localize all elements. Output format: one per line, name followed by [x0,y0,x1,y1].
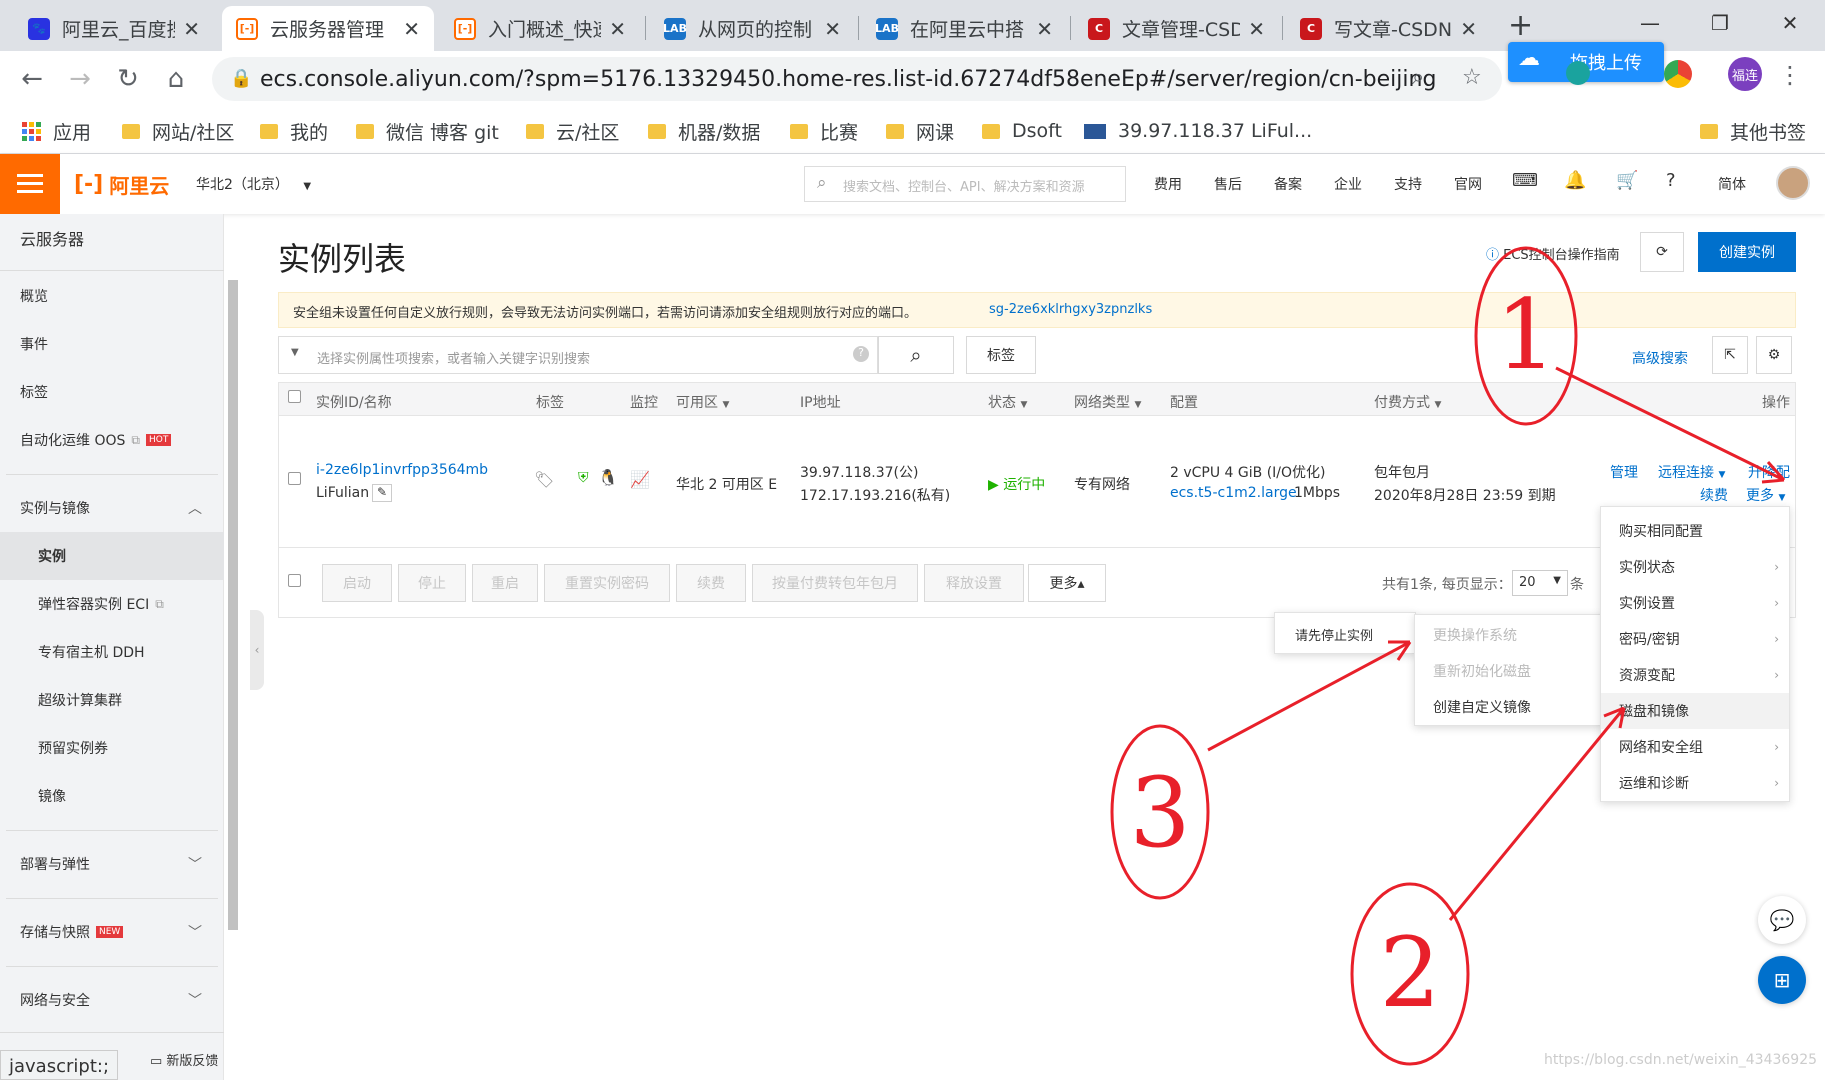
arrow-2 [1448,707,1626,921]
annotation-overlay: 1 2 3 [1110,246,1786,1066]
annotation-strokes [1110,246,1786,1066]
annotation-label-3: 3 [1129,757,1190,869]
arrow-1 [1555,366,1785,482]
annotation-label-2: 2 [1379,917,1440,1029]
arrow-3 [1207,640,1411,752]
annotation-label-1: 1 [1495,279,1556,391]
